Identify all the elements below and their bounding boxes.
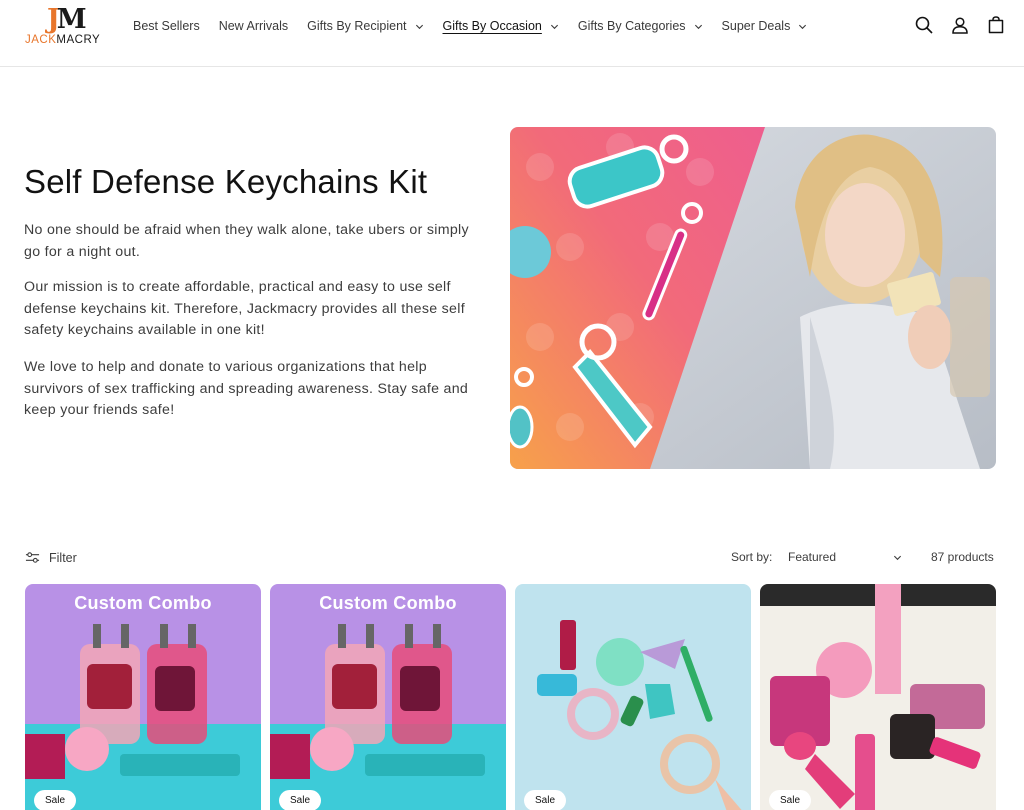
page-title: Self Defense Keychains Kit [24,163,428,200]
sort-label: Sort by: [731,550,773,564]
nav-label: Gifts By Categories [577,19,686,33]
filter-button[interactable]: Filter [25,550,77,565]
sort-value: Featured [788,550,837,564]
product-card[interactable]: Sale [760,584,996,810]
sale-badge: Sale [524,790,567,810]
sort-select[interactable]: Featured [788,548,906,566]
chevron-down-icon [415,24,423,29]
product-card[interactable]: Custom Combo Sale [25,584,261,810]
product-card[interactable]: Sale [515,584,751,810]
chevron-down-icon [550,24,558,29]
cart-icon[interactable] [986,15,1006,35]
nav-super-deals[interactable]: Super Deals [722,19,808,33]
sale-badge: Sale [279,790,322,810]
nav-label: Gifts By Occasion [442,19,542,33]
header-icons [898,15,1006,35]
chevron-down-icon [799,24,807,29]
hero-paragraph: We love to help and donate to various or… [24,359,469,418]
logo-wordmark: JACKMACRY [25,34,101,46]
product-image [270,584,506,810]
product-image [25,584,261,810]
sale-badge: Sale [769,790,812,810]
hero-paragraph: Our mission is to create affordable, pra… [24,279,465,338]
product-overlay-title: Custom Combo [319,593,457,613]
logo-mark: JM [47,4,87,35]
nav-label: Best Sellers [133,19,200,33]
product-image [515,584,751,810]
chevron-down-icon [694,24,702,29]
nav-label: Gifts By Recipient [307,19,407,33]
sale-badge: Sale [34,790,77,810]
product-count: 87 products [931,550,994,564]
product-overlay-title: Custom Combo [74,593,212,613]
nav-label: New Arrivals [218,19,289,33]
nav-gifts-by-recipient[interactable]: Gifts By Recipient [307,19,423,33]
site-header: JM JACKMACRY Best Sellers New Arrivals G… [0,0,1024,67]
brand-logo[interactable]: JM JACKMACRY [25,6,105,46]
product-card[interactable]: Custom Combo Sale [270,584,506,810]
nav-label: Super Deals [721,19,791,33]
main-nav: Best Sellers New Arrivals Gifts By Recip… [133,17,826,35]
filter-label: Filter [49,550,77,565]
nav-best-sellers[interactable]: Best Sellers [133,19,200,33]
nav-gifts-by-occasion[interactable]: Gifts By Occasion [443,19,559,33]
nav-new-arrivals[interactable]: New Arrivals [219,19,288,33]
account-icon[interactable] [950,15,970,35]
hero-paragraph: No one should be afraid when they walk a… [24,222,469,260]
search-icon[interactable] [914,15,934,35]
filter-icon [25,552,40,563]
hero-banner-image [510,127,996,469]
nav-gifts-by-categories[interactable]: Gifts By Categories [578,19,703,33]
product-image [760,584,996,810]
chevron-down-icon [893,555,902,561]
